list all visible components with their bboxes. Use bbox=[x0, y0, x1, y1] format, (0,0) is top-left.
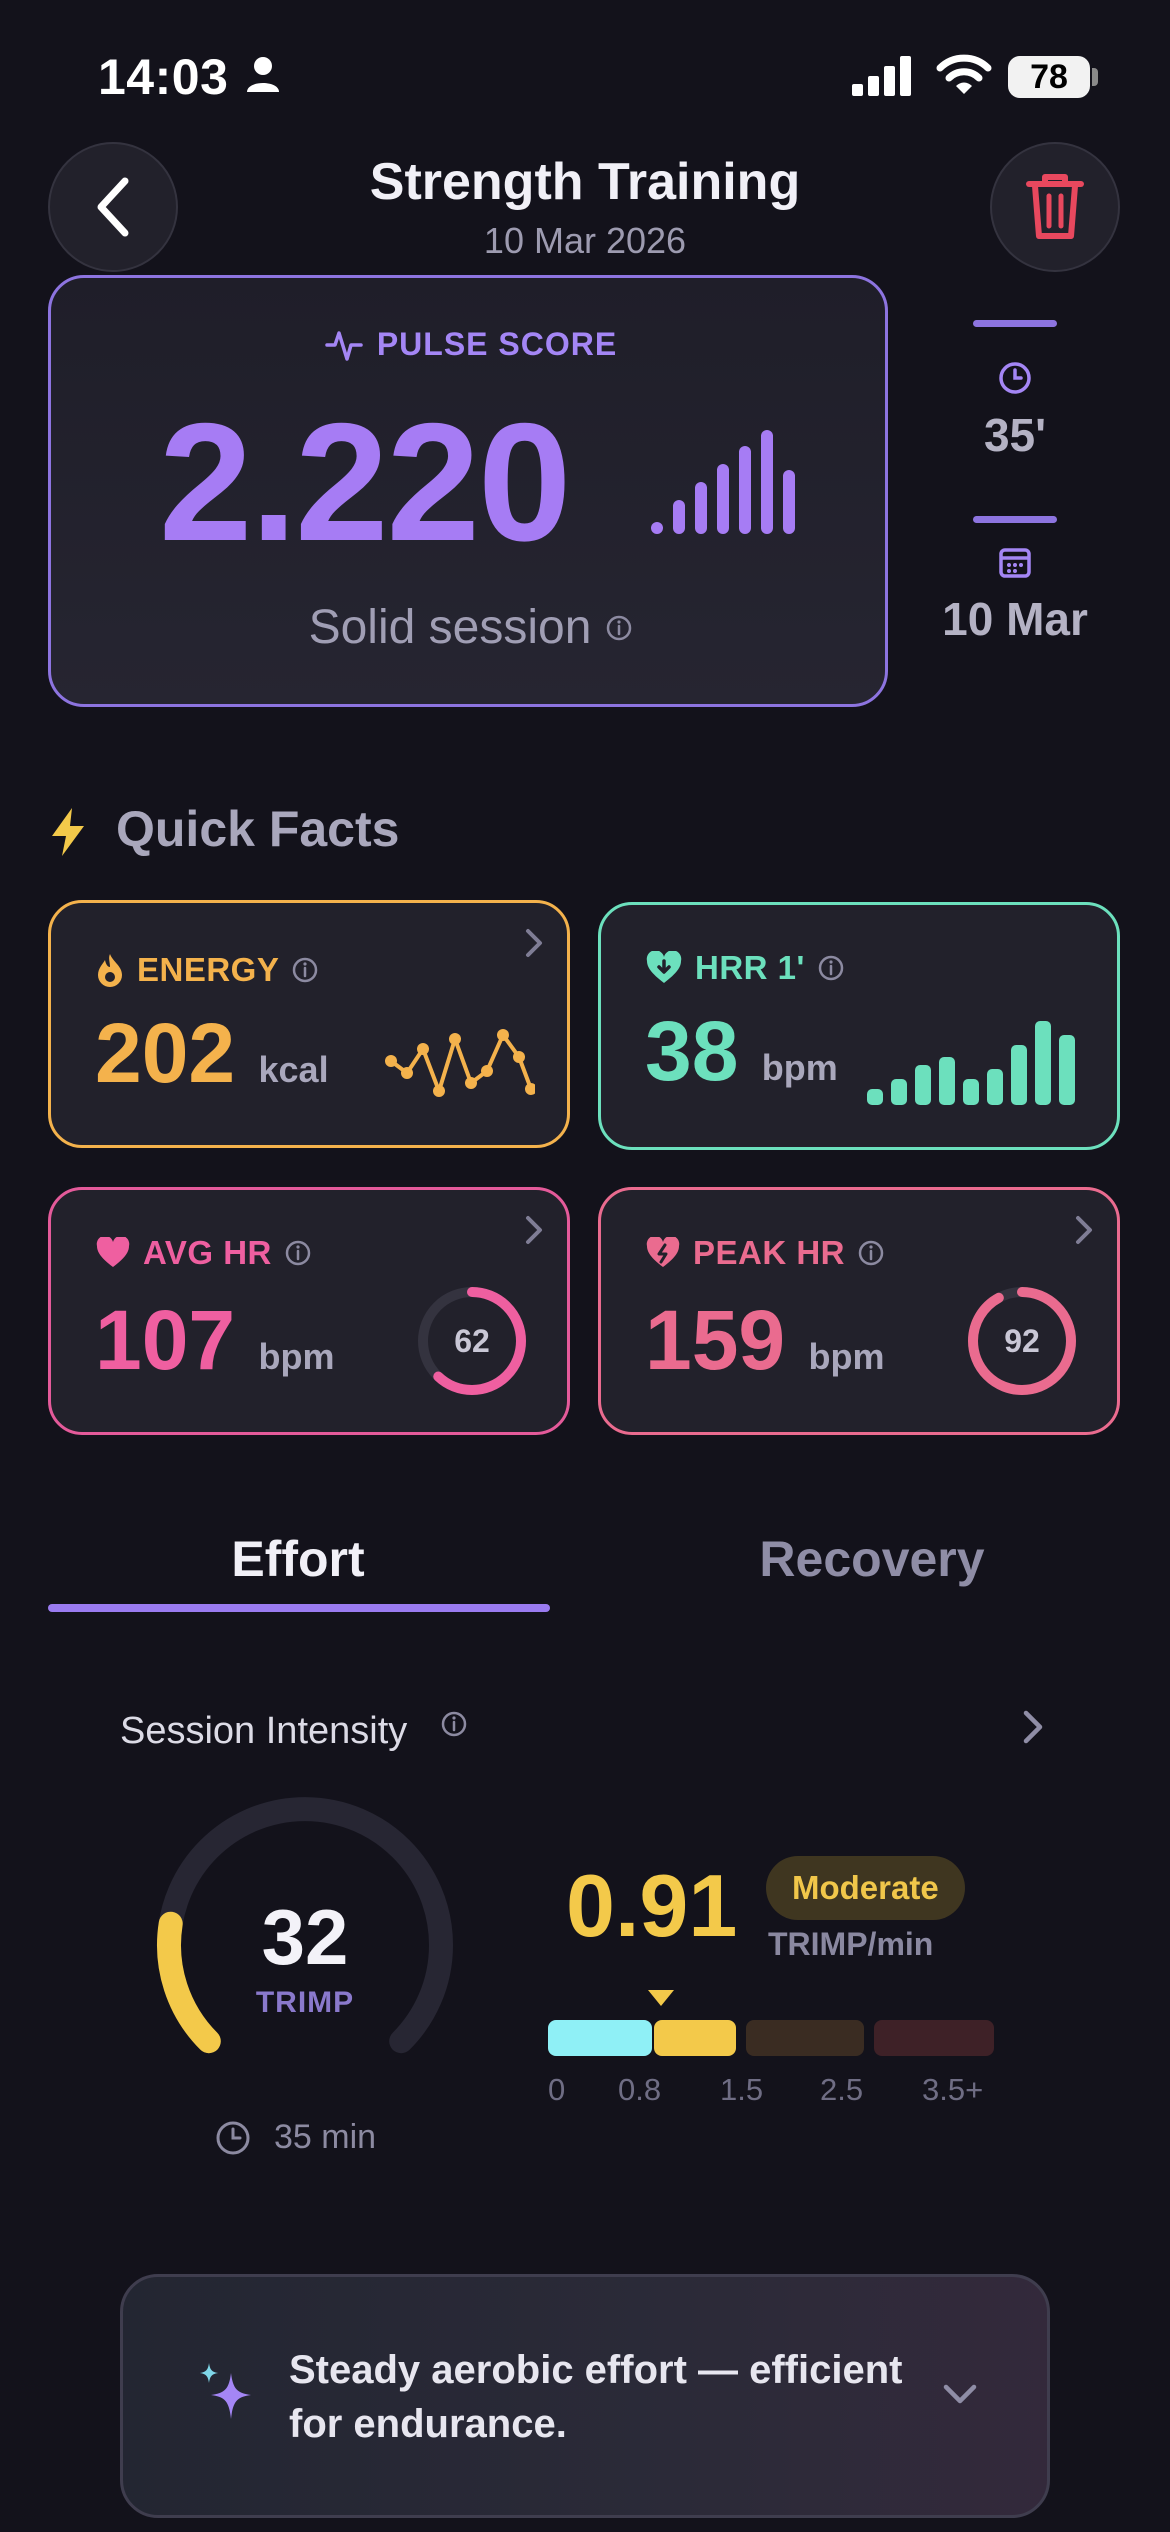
energy-unit: kcal bbox=[258, 1049, 329, 1090]
scale-tick: 1.5 bbox=[720, 2072, 764, 2107]
insight-text: Steady aerobic effort — efficient for en… bbox=[289, 2348, 903, 2446]
heart-pulse-icon bbox=[646, 1237, 680, 1267]
session-duration: 35 min bbox=[274, 2118, 377, 2156]
pulse-score-header: PULSE SCORE bbox=[51, 326, 891, 363]
chevron-right-icon[interactable] bbox=[523, 927, 545, 959]
hrr-card-header: HRR 1' bbox=[645, 949, 845, 987]
energy-card-header: ENERGY bbox=[95, 951, 319, 989]
battery-tip bbox=[1092, 68, 1098, 86]
wifi-icon bbox=[936, 54, 992, 94]
signal-icon bbox=[852, 56, 911, 96]
avg-hr-unit: bpm bbox=[258, 1336, 335, 1377]
energy-value-row: 202 kcal bbox=[95, 1011, 329, 1095]
date-value: 10 Mar bbox=[942, 593, 1088, 645]
duration-accent-line bbox=[973, 320, 1057, 327]
hrr-card[interactable]: HRR 1' 38 bpm bbox=[598, 902, 1120, 1150]
info-icon[interactable] bbox=[284, 1239, 312, 1267]
info-icon[interactable] bbox=[817, 954, 845, 982]
energy-sparkline bbox=[385, 1029, 535, 1097]
pulse-icon bbox=[325, 330, 363, 361]
active-tab-indicator bbox=[48, 1604, 550, 1612]
date-accent-line bbox=[973, 516, 1057, 523]
tab-effort[interactable]: Effort bbox=[48, 1530, 548, 1588]
intensity-zone-badge: Moderate bbox=[766, 1856, 965, 1920]
tab-recovery[interactable]: Recovery bbox=[622, 1530, 1122, 1588]
date-stat: 10 Mar bbox=[930, 516, 1100, 646]
pulse-score-label: PULSE SCORE bbox=[376, 326, 618, 362]
bolt-icon bbox=[52, 808, 84, 856]
delete-button[interactable] bbox=[990, 142, 1120, 272]
battery-indicator: 78 bbox=[1008, 56, 1090, 98]
avg-hr-label: AVG HR bbox=[143, 1234, 272, 1271]
peak-hr-ring: 92 bbox=[965, 1284, 1079, 1398]
pulse-score-value: 2.220 bbox=[159, 388, 571, 576]
session-duration-row: 35 min bbox=[214, 2118, 376, 2157]
scale-tick: 0.8 bbox=[618, 2072, 662, 2107]
scale-segment-high bbox=[746, 2020, 864, 2056]
energy-label: ENERGY bbox=[137, 951, 280, 988]
info-icon[interactable] bbox=[440, 1710, 468, 1738]
avg-hr-value: 107 bbox=[95, 1293, 236, 1387]
info-icon[interactable] bbox=[857, 1239, 885, 1267]
hrr-label: HRR 1' bbox=[695, 949, 805, 986]
bars-icon bbox=[651, 430, 795, 534]
trash-icon bbox=[1026, 174, 1084, 239]
scale-tick: 0 bbox=[548, 2072, 566, 2107]
avg-hr-ring: 62 bbox=[415, 1284, 529, 1398]
hrr-unit: bpm bbox=[761, 1047, 838, 1088]
pulse-score-verdict: Solid session bbox=[308, 601, 592, 654]
duration-stat: 35' bbox=[930, 320, 1100, 462]
trimp-unit: TRIMP bbox=[255, 1986, 355, 2019]
clock-icon bbox=[216, 2121, 250, 2154]
trimp-value: 32 bbox=[261, 1893, 349, 1981]
scale-tick: 3.5+ bbox=[922, 2072, 984, 2107]
person-icon bbox=[247, 57, 279, 92]
heart-down-icon bbox=[646, 951, 682, 983]
status-time: 14:03 bbox=[98, 49, 229, 105]
scale-pointer bbox=[648, 1990, 674, 2006]
peak-hr-value-row: 159 bpm bbox=[645, 1298, 885, 1382]
peak-hr-card[interactable]: PEAK HR 159 bpm 92 bbox=[598, 1187, 1120, 1435]
avg-hr-value-row: 107 bpm bbox=[95, 1298, 335, 1382]
scale-segment-very-high bbox=[874, 2020, 994, 2056]
chevron-right-icon[interactable] bbox=[1073, 1214, 1095, 1246]
session-intensity-title: Session Intensity bbox=[120, 1710, 408, 1752]
avg-hr-card-header: AVG HR bbox=[95, 1234, 312, 1272]
scale-segment-low bbox=[548, 2020, 652, 2056]
pulse-score-card[interactable]: PULSE SCORE 2.220 Solid session bbox=[48, 275, 888, 707]
clock-icon bbox=[999, 362, 1031, 394]
peak-hr-ring-value: 92 bbox=[1004, 1323, 1040, 1359]
peak-hr-unit: bpm bbox=[808, 1336, 885, 1377]
heart-icon bbox=[96, 1237, 130, 1267]
info-icon[interactable] bbox=[605, 614, 633, 642]
peak-hr-value: 159 bbox=[645, 1293, 786, 1387]
trimp-rate-value: 0.91 bbox=[566, 1856, 738, 1955]
chevron-down-icon[interactable] bbox=[941, 2381, 979, 2407]
calendar-icon bbox=[999, 548, 1031, 578]
energy-card[interactable]: ENERGY 202 kcal bbox=[48, 900, 570, 1148]
info-icon[interactable] bbox=[291, 956, 319, 984]
hrr-value-row: 38 bpm bbox=[645, 1009, 838, 1093]
trimp-rate-unit: TRIMP/min bbox=[768, 1926, 934, 1962]
peak-hr-label: PEAK HR bbox=[693, 1234, 846, 1271]
avg-hr-ring-value: 62 bbox=[454, 1323, 490, 1359]
duration-value: 35' bbox=[983, 409, 1047, 461]
sparkle-icon bbox=[200, 2363, 251, 2419]
chevron-right-icon[interactable] bbox=[1020, 1708, 1046, 1746]
pulse-score-verdict-row: Solid session bbox=[51, 600, 891, 655]
energy-value: 202 bbox=[95, 1006, 236, 1100]
scale-tick: 2.5 bbox=[820, 2072, 864, 2107]
hrr-value: 38 bbox=[645, 1004, 739, 1098]
scale-segment-moderate bbox=[654, 2020, 736, 2056]
chevron-right-icon[interactable] bbox=[523, 1214, 545, 1246]
insight-banner[interactable]: Steady aerobic effort — efficient for en… bbox=[120, 2274, 1050, 2518]
avg-hr-card[interactable]: AVG HR 107 bpm 62 bbox=[48, 1187, 570, 1435]
flame-icon bbox=[98, 954, 122, 987]
quick-facts-title: Quick Facts bbox=[116, 801, 400, 857]
hrr-bar-chart bbox=[867, 1021, 1075, 1105]
peak-hr-card-header: PEAK HR bbox=[645, 1234, 885, 1272]
